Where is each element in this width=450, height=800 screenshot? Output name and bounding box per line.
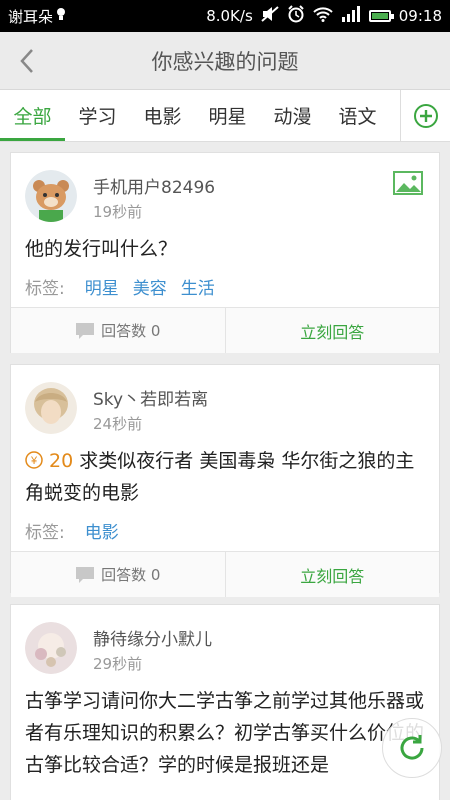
refresh-button[interactable] (382, 718, 442, 778)
chevron-left-icon (20, 49, 33, 73)
avatar[interactable] (25, 382, 77, 434)
back-button[interactable] (8, 42, 46, 80)
svg-text:¥: ¥ (30, 455, 38, 467)
answer-now-button[interactable]: 立刻回答 (226, 552, 440, 597)
refresh-icon (400, 735, 424, 760)
post-time: 24秒前 (93, 415, 143, 433)
category-tabs: 全部 学习 电影 明星 动漫 语文 (0, 90, 450, 142)
reward-amount: 20 (49, 450, 74, 472)
avatar[interactable] (25, 170, 77, 222)
coin-icon: ¥ (25, 451, 43, 469)
status-bar: 谢耳朵 8.0K/s 09:18 (0, 0, 450, 32)
answer-count: 回答数 0 (11, 552, 226, 597)
tag[interactable]: 电影 (85, 518, 119, 543)
alarm-icon (287, 5, 305, 27)
username[interactable]: 手机用户82496 (93, 173, 215, 198)
post-time: 29秒前 (93, 655, 143, 673)
carrier-label: 谢耳朵 (8, 7, 54, 26)
plus-circle-icon (413, 103, 438, 128)
tag[interactable]: 美容 (133, 274, 167, 299)
answer-now-button[interactable]: 立刻回答 (226, 308, 440, 353)
title-bar: 你感兴趣的问题 (0, 32, 450, 90)
comment-icon (76, 322, 95, 339)
tab-chinese[interactable]: 语文 (325, 90, 390, 141)
tab-study[interactable]: 学习 (65, 90, 130, 141)
tag-row: 标签: 电影 (11, 509, 439, 551)
signal-icon (341, 6, 361, 26)
lightbulb-icon (56, 7, 66, 25)
question-body: 求类似夜行者 美国毒枭 华尔街之狼的主角蜕变的电影 (25, 450, 415, 504)
username[interactable]: Sky丶若即若离 (93, 385, 208, 410)
question-text[interactable]: 他的发行叫什么？ (11, 233, 439, 265)
tag-label: 标签: (25, 278, 65, 299)
post-time: 19秒前 (93, 203, 143, 221)
answer-count: 回答数 0 (11, 308, 226, 353)
tab-all[interactable]: 全部 (0, 90, 65, 141)
network-speed: 8.0K/s (206, 7, 253, 25)
question-card[interactable]: 静待缘分小默儿 29秒前 古筝学习请问你大二学古筝之前学过其他乐器或者有乐理知识… (10, 604, 440, 800)
reward: ¥ 20 (25, 450, 79, 472)
mute-icon (261, 6, 279, 26)
username[interactable]: 静待缘分小默儿 (93, 625, 212, 650)
tag[interactable]: 明星 (85, 274, 119, 299)
tag[interactable]: 生活 (181, 274, 215, 299)
question-text[interactable]: 古筝学习请问你大二学古筝之前学过其他乐器或者有乐理知识的积累么？初学古筝买什么价… (11, 685, 439, 781)
tab-star[interactable]: 明星 (195, 90, 260, 141)
image-icon (393, 171, 423, 199)
avatar[interactable] (25, 622, 77, 674)
comment-icon (76, 566, 95, 583)
add-category-button[interactable] (401, 90, 450, 141)
tab-anime[interactable]: 动漫 (260, 90, 325, 141)
tag-label: 标签: (25, 522, 65, 543)
battery-icon (368, 10, 394, 22)
page-title: 你感兴趣的问题 (151, 49, 299, 74)
tag-row: 标签: 明星 美容 生活 (11, 265, 439, 307)
wifi-icon (313, 6, 333, 26)
clock: 09:18 (398, 7, 442, 25)
question-card[interactable]: 手机用户82496 19秒前 他的发行叫什么？ 标签: 明星 美容 生活 回答数… (10, 152, 440, 353)
question-card[interactable]: Sky丶若即若离 24秒前 ¥ 20 求类似夜行者 美国毒枭 华尔街之狼的主角蜕… (10, 364, 440, 597)
question-text[interactable]: ¥ 20 求类似夜行者 美国毒枭 华尔街之狼的主角蜕变的电影 (11, 445, 439, 509)
tab-movie[interactable]: 电影 (130, 90, 195, 141)
